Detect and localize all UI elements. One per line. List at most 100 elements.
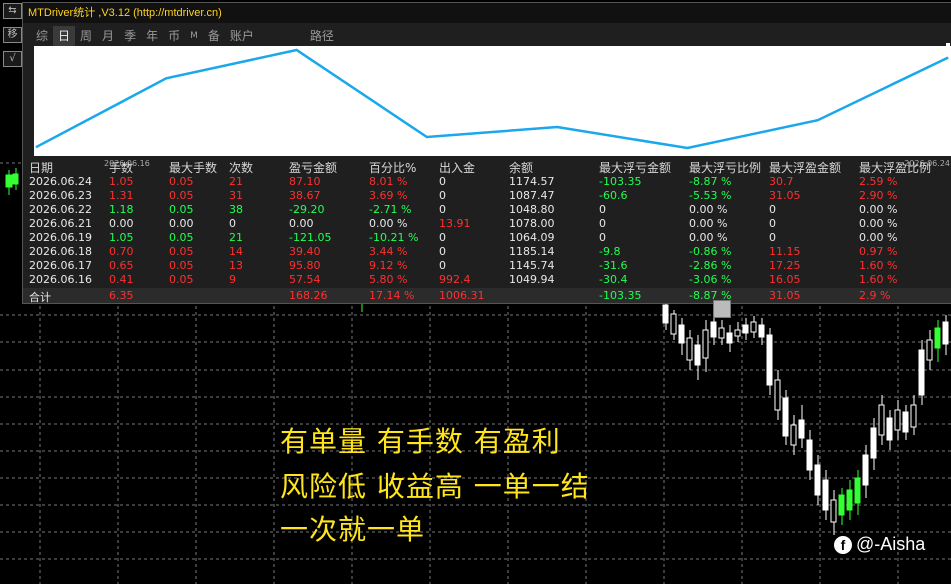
cell-count: 31	[229, 189, 243, 202]
daily-stats-table: 日期 手数 最大手数 次数 盈亏金额 百分比% 出入金 余额 最大浮亏金额 最大浮亏比例 最大浮盈金…	[23, 161, 951, 287]
total-deposit: 1006.31	[439, 289, 485, 302]
cell-max-float-loss: -103.35	[599, 175, 642, 188]
tab-path[interactable]: 路径	[305, 26, 339, 46]
cell-max-float-profit-ratio: 2.90 %	[859, 189, 898, 202]
header-max-float-profit-ratio[interactable]: 最大浮盈比例	[859, 161, 931, 175]
total-date: 合计	[29, 291, 51, 304]
cell-max-float-loss-ratio: 0.00 %	[689, 217, 728, 230]
cell-percent: 5.80 %	[369, 273, 408, 286]
cell-percent: -2.71 %	[369, 203, 412, 216]
cell-max-float-profit: 31.05	[769, 189, 801, 202]
cell-pnl: 95.80	[289, 259, 321, 272]
cell-max-float-loss: -9.8	[599, 245, 621, 258]
table-header-row: 日期 手数 最大手数 次数 盈亏金额 百分比% 出入金 余额 最大浮亏金额 最大浮亏比例 最大浮盈金…	[23, 161, 951, 175]
balance-point	[426, 136, 428, 138]
tab-m[interactable]: M	[185, 26, 203, 46]
cell-max-float-profit-ratio: 0.00 %	[859, 217, 898, 230]
balance-line-svg	[35, 48, 949, 150]
tab-day[interactable]: 日	[53, 26, 76, 46]
cell-lots: 0.65	[109, 259, 134, 272]
cell-max-lots: 0.05	[169, 231, 194, 244]
cell-max-float-loss: 0	[599, 217, 606, 230]
cell-max-float-profit-ratio: 1.60 %	[859, 273, 898, 286]
cell-pnl: 39.40	[289, 245, 321, 258]
cell-lots: 0.70	[109, 245, 134, 258]
cell-count: 13	[229, 259, 243, 272]
header-percent[interactable]: 百分比%	[369, 161, 416, 175]
total-percent: 17.14 %	[369, 289, 415, 302]
header-count[interactable]: 次数	[229, 161, 253, 175]
cell-count: 21	[229, 175, 243, 188]
tab-account[interactable]: 账户	[225, 26, 259, 46]
check-button[interactable]: √	[3, 51, 22, 67]
cell-max-float-loss-ratio: -5.53 %	[689, 189, 732, 202]
cell-max-float-profit: 0	[769, 231, 776, 244]
cell-count: 0	[229, 217, 236, 230]
cell-max-float-loss: 0	[599, 231, 606, 244]
header-max-lots[interactable]: 最大手数	[169, 161, 217, 175]
cell-balance: 1185.14	[509, 245, 555, 258]
cell-deposit: 0	[439, 175, 446, 188]
header-max-float-profit[interactable]: 最大浮盈金额	[769, 161, 841, 175]
cell-max-float-profit: 11.15	[769, 245, 801, 258]
tab-month[interactable]: 月	[97, 26, 119, 46]
cell-max-float-profit: 17.25	[769, 259, 801, 272]
cell-max-float-loss-ratio: -8.87 %	[689, 175, 732, 188]
cell-percent: 9.12 %	[369, 259, 408, 272]
cell-balance: 1087.47	[509, 189, 555, 202]
cell-percent: 3.69 %	[369, 189, 408, 202]
tab-week[interactable]: 周	[75, 26, 97, 46]
header-max-float-loss-ratio[interactable]: 最大浮亏比例	[689, 161, 761, 175]
header-balance[interactable]: 余额	[509, 161, 533, 175]
cell-max-lots: 0.00	[169, 217, 194, 230]
cell-percent: 0.00 %	[369, 217, 408, 230]
cell-max-lots: 0.05	[169, 273, 194, 286]
header-deposit[interactable]: 出入金	[439, 161, 475, 175]
table-row: 2026.06.17 0.65 0.05 13 95.80 9.12 % 0 1145.74 -…	[23, 259, 951, 273]
tab-year[interactable]: 年	[141, 26, 163, 46]
cell-balance: 1174.57	[509, 175, 555, 188]
tab-backup[interactable]: 备	[203, 26, 225, 46]
header-pnl[interactable]: 盈亏金额	[289, 161, 337, 175]
cell-max-lots: 0.05	[169, 203, 194, 216]
cell-balance: 1145.74	[509, 259, 555, 272]
cell-max-float-profit: 16.05	[769, 273, 801, 286]
table-row: 2026.06.16 0.41 0.05 9 57.54 5.80 % 992.4 1049.…	[23, 273, 951, 287]
table-row: 2026.06.19 1.05 0.05 21 -121.05 -10.21 % 0 1064…	[23, 231, 951, 245]
header-date[interactable]: 日期	[29, 161, 53, 175]
tab-currency[interactable]: 币	[163, 26, 185, 46]
move-button[interactable]: 移	[3, 27, 22, 43]
balance-point	[686, 147, 688, 149]
cell-max-float-loss-ratio: -0.86 %	[689, 245, 732, 258]
total-max-float-loss: -103.35	[599, 289, 642, 302]
cell-max-float-loss-ratio: -3.06 %	[689, 273, 732, 286]
tab-summary[interactable]: 综	[31, 26, 53, 46]
cell-lots: 0.41	[109, 273, 134, 286]
table-row: 2026.06.22 1.18 0.05 38 -29.20 -2.71 % 0 1048.8…	[23, 203, 951, 217]
cell-date: 2026.06.21	[29, 217, 92, 230]
watermark-text: @-Aisha	[856, 534, 926, 554]
tab-quarter[interactable]: 季	[119, 26, 141, 46]
panel-toggle-button[interactable]: ⇆	[3, 3, 22, 19]
balance-point	[947, 57, 949, 59]
balance-line-chart: 2026.06.16 2026.06.24	[34, 46, 951, 168]
header-max-float-loss[interactable]: 最大浮亏金额	[599, 161, 671, 175]
cell-max-lots: 0.05	[169, 259, 194, 272]
cell-balance: 1048.80	[509, 203, 555, 216]
cell-deposit: 0	[439, 203, 446, 216]
cell-pnl: -121.05	[289, 231, 332, 244]
mtdriver-stats-panel: MTDriver统计 ,V3.12 (http://mtdriver.cn) 综…	[22, 2, 951, 304]
overlay-text-line-1: 有单量 有手数 有盈利	[280, 425, 561, 458]
cell-deposit: 0	[439, 231, 446, 244]
cell-date: 2026.06.17	[29, 259, 92, 272]
cell-max-float-profit-ratio: 0.00 %	[859, 231, 898, 244]
cell-date: 2026.06.18	[29, 245, 92, 258]
facebook-icon: f	[834, 535, 852, 554]
chart-scroll-handle[interactable]	[713, 300, 731, 318]
cell-count: 14	[229, 245, 243, 258]
balance-series-line	[35, 48, 949, 150]
cell-max-float-loss: 0	[599, 203, 606, 216]
cell-deposit: 0	[439, 259, 446, 272]
cell-deposit: 13.91	[439, 217, 471, 230]
header-lots[interactable]: 手数	[109, 161, 133, 175]
